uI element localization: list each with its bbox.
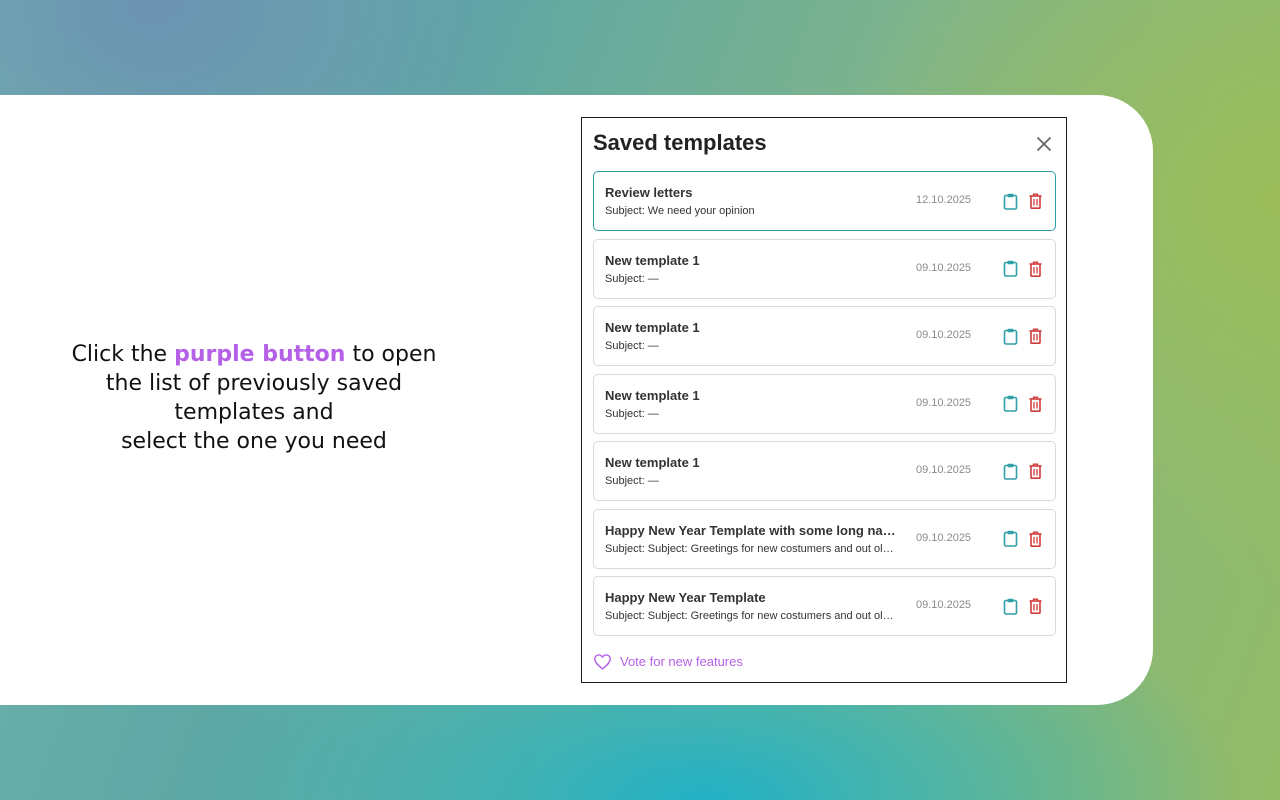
template-date: 09.10.2025	[916, 464, 972, 476]
clipboard-icon	[1003, 530, 1017, 547]
saved-templates-panel: Saved templates Review letters Subject: …	[581, 117, 1067, 683]
instruction-caption: Click the purple button to open the list…	[40, 340, 468, 456]
template-row[interactable]: New template 1 Subject: — 09.10.2025	[593, 373, 1056, 434]
vote-label: Vote for new features	[620, 654, 743, 669]
template-name: New template 1	[605, 387, 700, 403]
template-subject: Subject: —	[605, 272, 659, 285]
template-row[interactable]: New template 1 Subject: — 09.10.2025	[593, 306, 1056, 366]
template-subject: Subject: Subject: Greetings for new cost…	[605, 610, 894, 622]
template-date: 09.10.2025	[916, 329, 972, 341]
vote-for-features-link[interactable]: Vote for new features	[593, 653, 743, 670]
template-date: 12.10.2025	[916, 194, 972, 206]
delete-template-button[interactable]	[1026, 461, 1044, 481]
template-row[interactable]: Happy New Year Template Subject: Subject…	[593, 576, 1056, 636]
template-date: 09.10.2025	[916, 261, 972, 274]
template-row[interactable]: Review letters Subject: We need your opi…	[593, 171, 1056, 231]
delete-template-button[interactable]	[1026, 394, 1044, 414]
template-name: New template 1	[605, 455, 700, 470]
panel-title: Saved templates	[593, 130, 767, 155]
clipboard-icon	[1003, 328, 1017, 345]
template-row[interactable]: New template 1 Subject: — 09.10.2025	[593, 441, 1056, 501]
caption-text: to open	[352, 342, 437, 367]
heart-icon	[594, 654, 611, 670]
delete-template-button[interactable]	[1026, 529, 1044, 549]
template-date: 09.10.2025	[916, 599, 972, 611]
template-name: Happy New Year Template with some long n…	[605, 522, 896, 538]
trash-icon	[1029, 463, 1041, 479]
template-subject: Subject: —	[605, 475, 659, 487]
copy-template-button[interactable]	[1001, 596, 1019, 616]
copy-template-button[interactable]	[1001, 461, 1019, 481]
caption-highlight: purple button	[174, 342, 346, 367]
trash-icon	[1029, 531, 1041, 547]
trash-icon	[1029, 328, 1041, 344]
trash-icon	[1029, 193, 1041, 209]
delete-template-button[interactable]	[1026, 596, 1044, 616]
template-subject: Subject: We need your opinion	[605, 205, 755, 217]
trash-icon	[1029, 396, 1041, 412]
copy-template-button[interactable]	[1001, 259, 1019, 279]
trash-icon	[1029, 598, 1041, 614]
template-subject: Subject: —	[605, 340, 659, 352]
template-subject: Subject: —	[605, 407, 659, 420]
caption-line-4: select the one you need	[121, 429, 387, 454]
caption-text: Click the	[71, 342, 168, 367]
delete-template-button[interactable]	[1026, 259, 1044, 279]
clipboard-icon	[1003, 193, 1017, 210]
template-date: 09.10.2025	[916, 531, 972, 544]
clipboard-icon	[1003, 598, 1017, 615]
clipboard-icon	[1003, 395, 1017, 412]
trash-icon	[1029, 261, 1041, 277]
template-subject: Subject: Subject: Greetings for new cost…	[605, 542, 894, 555]
template-list: Review letters Subject: We need your opi…	[593, 171, 1056, 644]
template-name: New template 1	[605, 252, 700, 268]
caption-line-3: templates and	[174, 400, 334, 425]
clipboard-icon	[1003, 260, 1017, 277]
close-button[interactable]	[1034, 134, 1054, 154]
caption-line-2: the list of previously saved	[105, 371, 403, 396]
copy-template-button[interactable]	[1001, 191, 1019, 211]
template-name: New template 1	[605, 320, 700, 335]
clipboard-icon	[1003, 463, 1017, 480]
copy-template-button[interactable]	[1001, 529, 1019, 549]
template-row[interactable]: Happy New Year Template with some long n…	[593, 508, 1056, 569]
delete-template-button[interactable]	[1026, 191, 1044, 211]
copy-template-button[interactable]	[1001, 326, 1019, 346]
close-icon	[1037, 137, 1051, 151]
template-name: Review letters	[605, 185, 693, 200]
template-row[interactable]: New template 1 Subject: — 09.10.2025	[593, 238, 1056, 299]
template-name: Happy New Year Template	[605, 590, 766, 605]
copy-template-button[interactable]	[1001, 394, 1019, 414]
caption-line-1: Click the purple button to open	[40, 340, 468, 369]
delete-template-button[interactable]	[1026, 326, 1044, 346]
template-date: 09.10.2025	[916, 396, 972, 409]
